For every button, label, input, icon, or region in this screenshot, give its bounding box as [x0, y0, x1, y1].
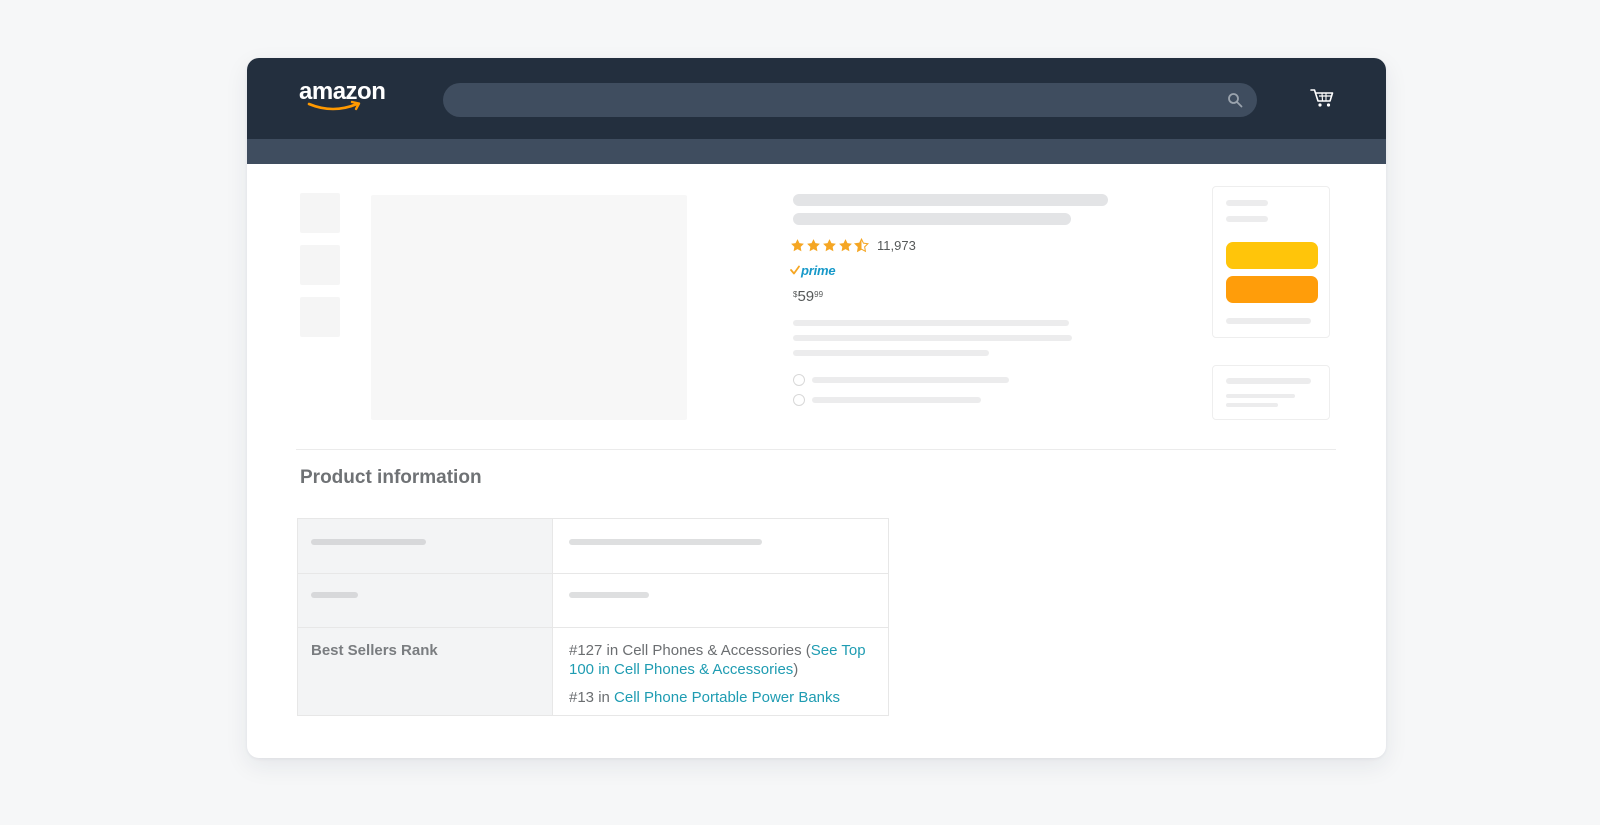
star-icon — [791, 238, 804, 251]
table-row: Best Sellers Rank #127 in Cell Phones & … — [298, 627, 888, 715]
table-header-cell: Best Sellers Rank — [298, 628, 552, 715]
rank-text: #127 in Cell Phones & Accessories ( — [569, 642, 811, 659]
option-radio[interactable] — [793, 394, 805, 406]
cart-icon[interactable] — [1310, 87, 1334, 109]
add-to-cart-button[interactable] — [1226, 242, 1318, 269]
description-placeholder — [793, 350, 989, 356]
product-price: $ 59 99 — [793, 288, 823, 305]
category-link[interactable]: Cell Phone Portable Power Banks — [614, 689, 840, 706]
rating-count[interactable]: 11,973 — [877, 238, 916, 253]
checkmark-icon — [790, 265, 800, 275]
table-header-cell — [298, 574, 552, 627]
option-label-placeholder — [812, 397, 981, 403]
star-icon — [839, 238, 852, 251]
star-rating — [790, 237, 869, 253]
product-information-title: Product information — [300, 467, 482, 488]
header-placeholder — [311, 539, 426, 545]
option-label-placeholder — [812, 377, 1009, 383]
table-row — [298, 573, 888, 627]
product-page-window: amazon 11,973 prime $ 59 99 Product info… — [247, 58, 1386, 758]
offer-text-placeholder — [1226, 394, 1295, 398]
value-placeholder — [569, 539, 762, 545]
product-thumbnail[interactable] — [300, 297, 340, 337]
secondary-navigation-bar — [247, 139, 1386, 164]
table-value-cell: #127 in Cell Phones & Accessories (See T… — [552, 628, 888, 715]
buybox-text-placeholder — [1226, 216, 1268, 222]
offer-text-placeholder — [1226, 403, 1278, 407]
description-placeholder — [793, 335, 1072, 341]
product-main-image[interactable] — [371, 195, 687, 420]
table-header-cell — [298, 519, 552, 573]
secondary-offer-box — [1212, 365, 1330, 420]
table-row — [298, 519, 888, 573]
search-input[interactable] — [443, 83, 1257, 117]
rank-text: ) — [793, 661, 799, 678]
logo-smile-icon — [307, 100, 361, 111]
product-rating[interactable]: 11,973 — [790, 237, 916, 253]
table-value-cell — [552, 574, 888, 627]
prime-label: prime — [801, 262, 836, 278]
rank-line: #13 in Cell Phone Portable Power Banks — [569, 688, 880, 707]
product-title-placeholder — [793, 194, 1108, 206]
header-placeholder — [311, 592, 358, 598]
product-thumbnail[interactable] — [300, 245, 340, 285]
buy-box — [1212, 186, 1330, 338]
prime-badge: prime — [790, 262, 836, 278]
buybox-text-placeholder — [1226, 200, 1268, 206]
product-thumbnail[interactable] — [300, 193, 340, 233]
price-whole: 59 — [797, 288, 815, 305]
best-sellers-rank-value: #127 in Cell Phones & Accessories (See T… — [553, 628, 888, 707]
buybox-text-placeholder — [1226, 318, 1311, 324]
value-placeholder — [569, 592, 649, 598]
search-icon[interactable] — [1227, 92, 1243, 108]
star-half-icon — [854, 237, 869, 252]
amazon-logo[interactable]: amazon — [299, 80, 399, 120]
buy-now-button[interactable] — [1226, 276, 1318, 303]
table-value-cell — [552, 519, 888, 573]
option-radio[interactable] — [793, 374, 805, 386]
top-navigation-bar: amazon — [247, 58, 1386, 139]
rank-line: #127 in Cell Phones & Accessories (See T… — [569, 641, 880, 679]
section-divider — [296, 449, 1336, 450]
star-icon — [807, 238, 820, 251]
description-placeholder — [793, 320, 1069, 326]
offer-text-placeholder — [1226, 378, 1311, 384]
product-information-table: Best Sellers Rank #127 in Cell Phones & … — [297, 518, 889, 716]
best-sellers-rank-label: Best Sellers Rank — [311, 642, 438, 659]
star-icon — [823, 238, 836, 251]
price-fraction: 99 — [814, 290, 824, 299]
rank-text: #13 in — [569, 689, 615, 706]
product-title-placeholder — [793, 213, 1071, 225]
